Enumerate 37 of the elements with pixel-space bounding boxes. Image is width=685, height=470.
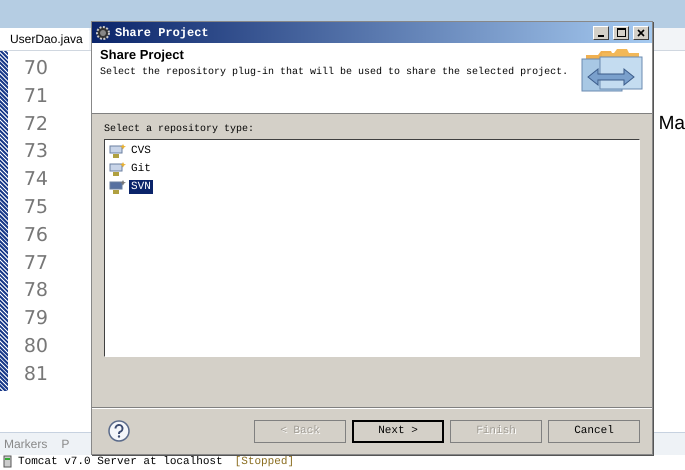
repository-icon xyxy=(109,160,127,176)
line-number: 79 xyxy=(22,306,49,332)
code-text: Ma xyxy=(658,113,685,136)
repository-icon xyxy=(109,142,127,158)
close-button[interactable] xyxy=(633,26,649,40)
repository-icon xyxy=(109,178,127,194)
page-description: Select the repository plug-in that will be used to share the selected project. xyxy=(100,67,570,78)
repository-item[interactable]: CVS xyxy=(129,144,153,158)
line-number: 75 xyxy=(22,194,49,220)
minimize-icon xyxy=(598,34,604,36)
line-number: 80 xyxy=(22,334,49,359)
repository-item[interactable]: SVN xyxy=(129,180,153,194)
gear-icon xyxy=(95,24,111,40)
window-title: Share Project xyxy=(115,26,210,40)
maximize-button[interactable] xyxy=(613,26,629,40)
line-number: 70 xyxy=(22,56,49,81)
line-number: 78 xyxy=(22,278,49,304)
server-name: Tomcat v7.0 Server at localhost xyxy=(18,456,223,468)
list-label: Select a repository type: xyxy=(104,124,256,135)
line-number: 72 xyxy=(22,112,49,137)
line-number: 73 xyxy=(22,139,49,164)
wizard-button[interactable]: Next > xyxy=(352,420,444,442)
line-number: 74 xyxy=(22,167,49,192)
page-heading: Share Project xyxy=(100,47,185,62)
wizard-button[interactable]: Cancel xyxy=(548,420,640,442)
minimize-button[interactable] xyxy=(593,26,609,40)
help-icon[interactable] xyxy=(108,420,130,442)
server-icon xyxy=(2,455,14,469)
repository-item[interactable]: Git xyxy=(129,162,153,176)
editor-tab[interactable]: UserDao.java xyxy=(0,28,89,50)
server-status: [Stopped] xyxy=(234,456,294,468)
maximize-icon xyxy=(616,28,626,37)
close-icon xyxy=(637,28,645,36)
line-number: 71 xyxy=(22,84,49,109)
line-number: 77 xyxy=(22,250,49,276)
line-number: 81 xyxy=(22,362,49,387)
line-number: 76 xyxy=(22,222,49,248)
